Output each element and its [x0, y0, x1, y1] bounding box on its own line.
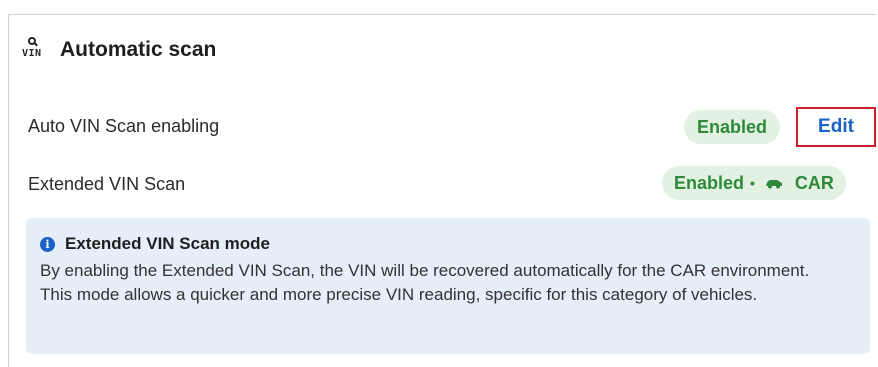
info-title: Extended VIN Scan mode [65, 234, 270, 253]
separator-dot: • [750, 175, 755, 191]
edit-button[interactable]: Edit [796, 107, 876, 147]
extended-status-text: Enabled [674, 172, 745, 193]
info-title-row: i Extended VIN Scan mode [40, 234, 856, 254]
auto-vin-scan-status-badge: Enabled [684, 110, 781, 144]
vin-search-icon: VIN [22, 36, 48, 64]
extended-vin-scan-status-badge: Enabled • CAR [662, 166, 846, 200]
section-header: VIN Automatic scan [22, 36, 216, 64]
section-title: Automatic scan [60, 38, 217, 61]
info-body: By enabling the Extended VIN Scan, the V… [40, 261, 810, 304]
car-icon [765, 180, 782, 189]
extended-vin-info-box: i Extended VIN Scan mode By enabling the… [26, 218, 870, 354]
vehicle-type-text: CAR [794, 172, 834, 193]
info-icon: i [40, 236, 55, 252]
